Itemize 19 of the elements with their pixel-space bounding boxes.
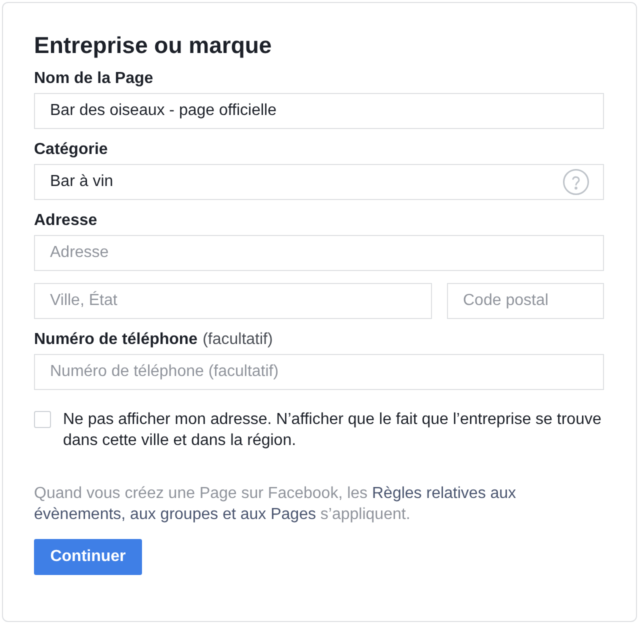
continue-button[interactable]: Continuer xyxy=(34,539,142,575)
input-field[interactable]: Ville, État xyxy=(34,283,432,319)
input-field[interactable]: Bar à vin xyxy=(34,164,604,200)
input-field[interactable]: Bar des oiseaux - page officielle xyxy=(34,93,604,129)
optional-note: (facultatif) xyxy=(202,331,273,349)
checkbox[interactable] xyxy=(34,411,51,428)
field-label: Numéro de téléphone xyxy=(34,331,198,349)
field-label: Catégorie xyxy=(34,141,108,159)
input-field[interactable]: Adresse xyxy=(34,235,604,271)
rules-link[interactable]: évènements, aux groupes et aux Pages xyxy=(34,506,316,523)
field-label: Adresse xyxy=(34,212,98,230)
help-icon[interactable] xyxy=(563,169,589,195)
field-label: Nom de la Page xyxy=(34,70,154,88)
legal-notice: Quand vous créez une Page sur Facebook, les Règles relatives aux évènements, aux groupes et aux Pages s’appliquent. xyxy=(34,484,518,525)
input-field[interactable]: Numéro de téléphone (facultatif) xyxy=(34,354,604,390)
checkbox-label: Ne pas afficher mon adresse. N’afficher que le fait que l’entreprise se trouve dans cette ville et dans la région. xyxy=(63,410,602,451)
input-field[interactable]: Code postal xyxy=(447,283,604,319)
form-title: Entreprise ou marque xyxy=(34,32,273,58)
rules-link[interactable]: Règles relatives aux xyxy=(372,485,516,502)
